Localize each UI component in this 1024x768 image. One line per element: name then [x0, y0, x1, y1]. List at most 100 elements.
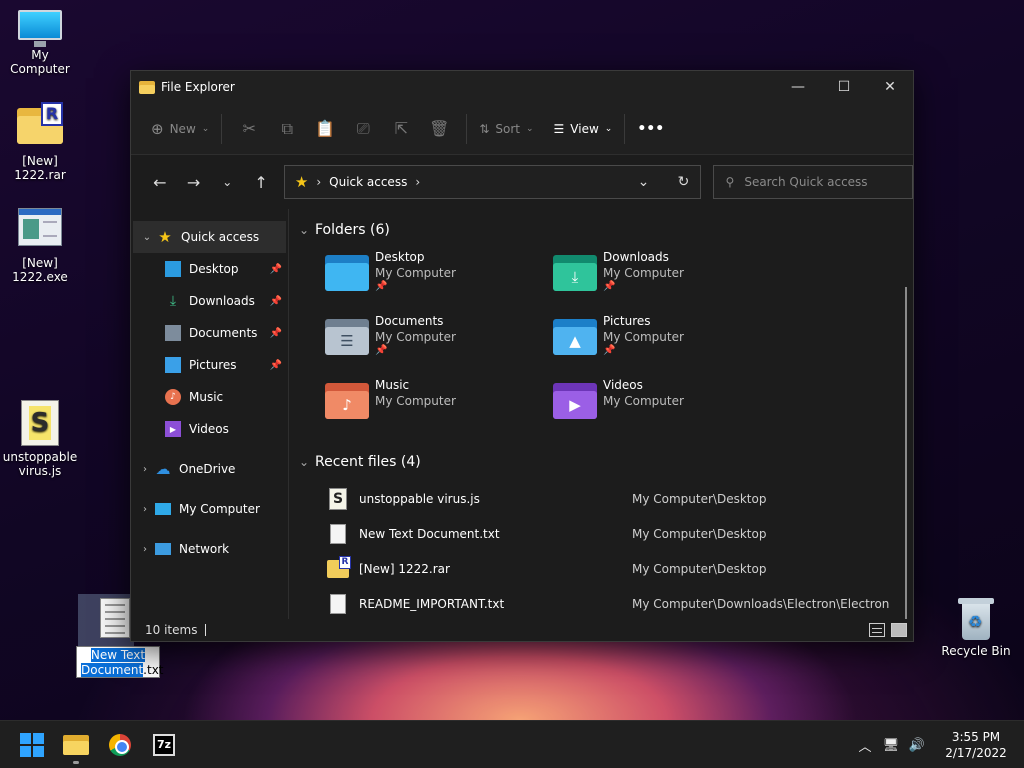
cut-icon[interactable]: ✂	[230, 112, 268, 146]
folder-location: My Computer	[375, 394, 456, 408]
title-bar[interactable]: File Explorer — ☐ ✕	[131, 71, 913, 103]
recent-file-row[interactable]: R [New] 1222.rar My Computer\Desktop	[295, 551, 913, 586]
maximize-button[interactable]: ☐	[821, 71, 867, 103]
search-input[interactable]	[744, 175, 895, 189]
paste-icon[interactable]: 📋	[306, 112, 344, 146]
start-button[interactable]	[10, 723, 54, 767]
folder-pictures[interactable]: ▲ Pictures My Computer 📌	[553, 313, 781, 371]
folder-location: My Computer	[603, 394, 684, 408]
folder-documents[interactable]: ☰ Documents My Computer 📌	[325, 313, 553, 371]
desktop-icon-label-line2: 1222.exe	[12, 270, 68, 284]
folder-music[interactable]: ♪ Music My Computer	[325, 377, 553, 435]
nav-item-pictures[interactable]: Pictures 📌	[131, 349, 288, 381]
nav-item-music[interactable]: ♪ Music	[131, 381, 288, 413]
taskbar-7zip[interactable]: 7z	[142, 723, 186, 767]
recent-file-row[interactable]: README_IMPORTANT.txt My Computer\Downloa…	[295, 586, 913, 621]
nav-item-my-computer[interactable]: › My Computer	[131, 493, 288, 525]
delete-icon[interactable]: 🗑	[420, 112, 458, 146]
rename-icon[interactable]: ⎚	[344, 112, 382, 146]
new-label: New	[169, 121, 196, 136]
network-icon[interactable]: 🖥	[878, 738, 904, 753]
new-button[interactable]: ⊕ New ⌄	[147, 112, 213, 146]
folder-videos[interactable]: ▶ Videos My Computer	[553, 377, 781, 435]
expand-chevron-icon[interactable]: ›	[135, 504, 155, 515]
folder-desktop[interactable]: Desktop My Computer 📌	[325, 249, 553, 307]
recent-locations-chevron-icon[interactable]: ⌄	[210, 167, 244, 197]
pin-icon: 📌	[375, 281, 388, 292]
up-arrow-icon[interactable]: ↑	[244, 167, 278, 197]
text-document-icon	[330, 593, 346, 614]
desktop-icon-rar[interactable]: R [New] 1222.rar	[0, 102, 80, 182]
dragged-file[interactable]	[78, 594, 134, 648]
nav-label: Pictures	[189, 358, 237, 372]
expand-chevron-icon[interactable]: ⌄	[137, 232, 157, 243]
clock[interactable]: 3:55 PM 2/17/2022	[936, 729, 1016, 761]
view-icon: ☰	[553, 121, 565, 136]
sort-button[interactable]: ⇅ Sort ⌄	[475, 112, 537, 146]
recent-header-label: Recent files (4)	[315, 454, 421, 470]
breadcrumb-chevron-icon: ›	[316, 175, 322, 189]
status-bar: 10 items	[131, 619, 913, 641]
recent-file-row[interactable]: New Text Document.txt My Computer\Deskto…	[295, 516, 913, 551]
share-icon[interactable]: ⇱	[382, 112, 420, 146]
minimize-button[interactable]: —	[775, 71, 821, 103]
sort-label: Sort	[495, 121, 520, 136]
desktop-icon-recycle-bin[interactable]: ♻ Recycle Bin	[936, 598, 1016, 658]
recent-files-section-header[interactable]: ⌄ Recent files (4)	[295, 447, 913, 477]
collapse-chevron-icon[interactable]: ⌄	[295, 223, 313, 237]
nav-item-network[interactable]: › Network	[131, 533, 288, 565]
nav-item-downloads[interactable]: ⤓ Downloads 📌	[131, 285, 288, 317]
system-tray: ︿ 🖥 🔊 3:55 PM 2/17/2022	[852, 721, 1024, 768]
vertical-scrollbar[interactable]	[905, 287, 907, 621]
view-button[interactable]: ☰ View ⌄	[550, 112, 617, 146]
expand-chevron-icon[interactable]: ›	[135, 464, 155, 475]
taskbar-chrome[interactable]	[98, 723, 142, 767]
nav-item-documents[interactable]: Documents 📌	[131, 317, 288, 349]
folder-name: Pictures	[603, 314, 651, 328]
desktop-icon-virus-js[interactable]: S unstoppable virus.js	[0, 400, 80, 478]
folder-name: Documents	[375, 314, 444, 328]
videos-icon: ▶	[165, 421, 181, 437]
collapse-chevron-icon[interactable]: ⌄	[295, 455, 313, 469]
back-arrow-icon[interactable]: ←	[143, 167, 177, 197]
network-icon	[155, 543, 171, 555]
copy-icon[interactable]: ⧉	[268, 112, 306, 146]
expand-chevron-icon[interactable]: ›	[135, 544, 155, 555]
desktop-icon-exe[interactable]: [New] 1222.exe	[0, 208, 80, 284]
nav-item-quick-access[interactable]: ⌄ ★ Quick access	[133, 221, 286, 253]
breadcrumb-quick-access[interactable]: Quick access	[329, 175, 407, 189]
recent-file-path: My Computer\Downloads\Electron\Electron	[632, 596, 890, 611]
volume-icon[interactable]: 🔊	[904, 738, 930, 753]
pin-icon: 📌	[269, 263, 282, 275]
tiles-view-icon[interactable]	[891, 623, 907, 637]
recent-file-row[interactable]: S unstoppable virus.js My Computer\Deskt…	[295, 481, 913, 516]
folders-section-header[interactable]: ⌄ Folders (6)	[295, 215, 913, 245]
desktop-icon-label: Recycle Bin	[941, 644, 1011, 658]
cloud-icon: ☁	[155, 460, 171, 478]
show-desktop-button[interactable]	[1016, 721, 1024, 768]
refresh-icon[interactable]: ↻	[668, 174, 700, 190]
navigation-row: ← → ⌄ ↑ ★ › Quick access › ⌄ ↻ ⚲	[131, 155, 913, 209]
nav-item-videos[interactable]: ▶ Videos	[131, 413, 288, 445]
pin-icon: 📌	[269, 327, 282, 339]
desktop-icon-my-computer[interactable]: My Computer	[0, 10, 80, 76]
show-hidden-icons-chevron-icon[interactable]: ︿	[852, 736, 878, 755]
videos-folder-icon: ▶	[553, 383, 597, 419]
address-bar[interactable]: ★ › Quick access › ⌄ ↻	[283, 165, 701, 199]
search-box[interactable]: ⚲	[712, 165, 913, 199]
taskbar-file-explorer[interactable]	[54, 723, 98, 767]
address-dropdown-icon[interactable]: ⌄	[628, 174, 660, 190]
rename-input[interactable]: New Text Document.txt	[76, 646, 164, 678]
more-options-button[interactable]: •••	[633, 112, 668, 146]
downloads-folder-icon: ⤓	[553, 255, 597, 291]
close-button[interactable]: ✕	[867, 71, 913, 103]
recent-file-name: [New] 1222.rar	[359, 561, 450, 576]
nav-item-onedrive[interactable]: › ☁ OneDrive	[131, 453, 288, 485]
file-explorer-window: File Explorer — ☐ ✕ ⊕ New ⌄ ✂ ⧉ 📋 ⎚ ⇱ 🗑 ⇅ S…	[130, 70, 914, 642]
star-icon: ★	[294, 173, 309, 191]
forward-arrow-icon[interactable]: →	[177, 167, 211, 197]
nav-item-desktop[interactable]: Desktop 📌	[131, 253, 288, 285]
folder-downloads[interactable]: ⤓ Downloads My Computer 📌	[553, 249, 781, 307]
folder-name: Desktop	[375, 250, 425, 264]
details-view-icon[interactable]	[869, 623, 885, 637]
